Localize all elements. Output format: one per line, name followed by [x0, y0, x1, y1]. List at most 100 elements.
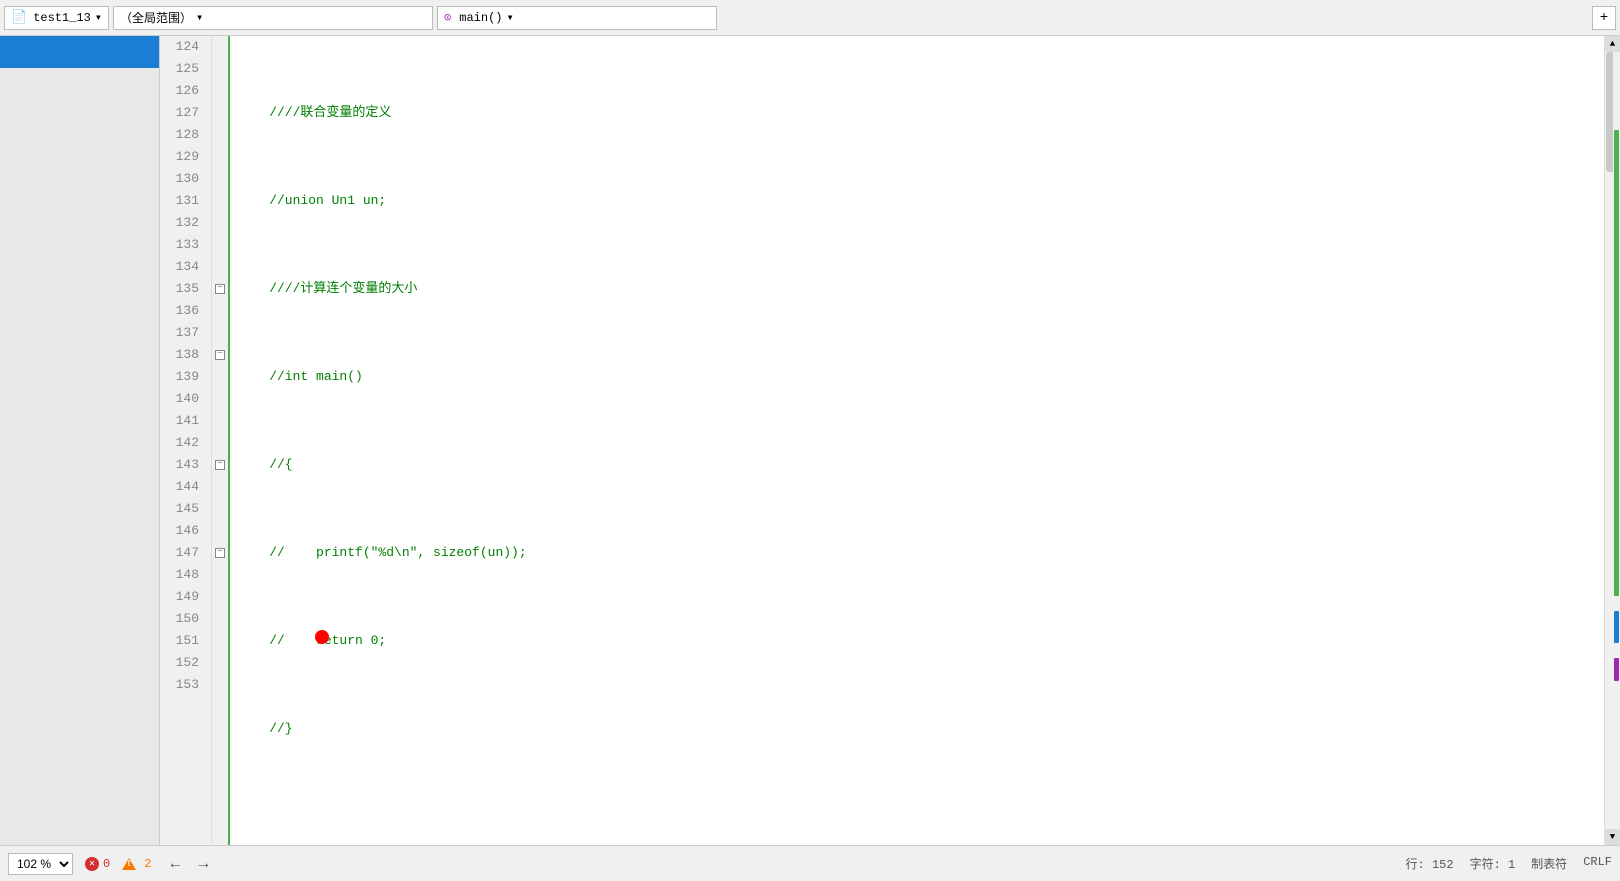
fold-148: [212, 564, 228, 586]
line-num-141: 141: [168, 410, 203, 432]
code-lines[interactable]: ////联合变量的定义 //union Un1 un; ////计算连个变量的大…: [230, 36, 1604, 845]
fold-minus-143[interactable]: −: [215, 460, 225, 470]
fold-147[interactable]: −: [212, 542, 228, 564]
fold-minus-135[interactable]: −: [215, 284, 225, 294]
fold-135[interactable]: −: [212, 278, 228, 300]
line-num-131: 131: [168, 190, 203, 212]
status-zoom[interactable]: 102 %: [8, 853, 73, 875]
fold-149: [212, 586, 228, 608]
fold-143[interactable]: −: [212, 454, 228, 476]
fold-144: [212, 476, 228, 498]
fold-145: [212, 498, 228, 520]
line-num-124: 124: [168, 36, 203, 58]
line-num-137: 137: [168, 322, 203, 344]
fold-140: [212, 388, 228, 410]
warning-count: 2: [144, 857, 151, 871]
status-nav: ← →: [163, 853, 215, 875]
nav-back-button[interactable]: ←: [163, 853, 187, 875]
code-line-131: //}: [238, 718, 1604, 740]
line-num-140: 140: [168, 388, 203, 410]
fold-125: [212, 58, 228, 80]
file-dropdown-arrow: ▾: [95, 10, 102, 25]
fold-146: [212, 520, 228, 542]
col-info: 字符: 1: [1470, 855, 1516, 872]
line-num-145: 145: [168, 498, 203, 520]
function-dropdown[interactable]: ⊙ main() ▾: [437, 6, 717, 30]
scroll-down-arrow[interactable]: ▼: [1605, 829, 1620, 845]
fold-141: [212, 410, 228, 432]
add-button[interactable]: +: [1592, 6, 1616, 30]
breakpoint-151[interactable]: [315, 630, 329, 644]
code-line-124: ////联合变量的定义: [238, 102, 1604, 124]
line-num-151: 151: [168, 630, 203, 652]
fold-130: [212, 168, 228, 190]
scope-dropdown[interactable]: （全局范围） ▾: [113, 6, 433, 30]
code-line-125: //union Un1 un;: [238, 190, 1604, 212]
fold-138[interactable]: −: [212, 344, 228, 366]
eol-info: CRLF: [1583, 855, 1612, 872]
fold-142: [212, 432, 228, 454]
zoom-select[interactable]: 102 %: [8, 853, 73, 875]
file-dropdown[interactable]: 📄 test1_13 ▾: [4, 6, 109, 30]
fold-127: [212, 102, 228, 124]
code-container: 124 125 126 127 128 129 130 131 132 133 …: [160, 36, 1620, 845]
code-scroll[interactable]: 124 125 126 127 128 129 130 131 132 133 …: [160, 36, 1604, 845]
fold-132: [212, 212, 228, 234]
line-num-139: 139: [168, 366, 203, 388]
fold-153: [212, 674, 228, 696]
line-num-152: 152: [168, 652, 203, 674]
fold-minus-138[interactable]: −: [215, 350, 225, 360]
fold-134: [212, 256, 228, 278]
nav-forward-button[interactable]: →: [191, 853, 215, 875]
fold-126: [212, 80, 228, 102]
line-num-144: 144: [168, 476, 203, 498]
minimap-blue: [1614, 611, 1619, 642]
line-num-149: 149: [168, 586, 203, 608]
line-num-129: 129: [168, 146, 203, 168]
line-num-130: 130: [168, 168, 203, 190]
line-num-135: 135: [168, 278, 203, 300]
fold-minus-147[interactable]: −: [215, 548, 225, 558]
line-num-127: 127: [168, 102, 203, 124]
editor-area: 124 125 126 127 128 129 130 131 132 133 …: [160, 36, 1620, 845]
line-num-150: 150: [168, 608, 203, 630]
scope-label: （全局范围）: [120, 9, 192, 26]
line-num-146: 146: [168, 520, 203, 542]
fold-133: [212, 234, 228, 256]
line-numbers: 124 125 126 127 128 129 130 131 132 133 …: [160, 36, 212, 845]
fold-128: [212, 124, 228, 146]
left-panel-highlight: [0, 36, 159, 68]
function-dropdown-arrow: ▾: [506, 10, 513, 25]
line-num-138: 138: [168, 344, 203, 366]
fold-136: [212, 300, 228, 322]
code-line-130: // return 0;: [238, 630, 1604, 652]
code-line-132: [238, 806, 1604, 828]
line-num-133: 133: [168, 234, 203, 256]
right-scrollbar[interactable]: ▲ ▼: [1604, 36, 1620, 845]
main-area: 124 125 126 127 128 129 130 131 132 133 …: [0, 36, 1620, 845]
line-info: 行: 152: [1406, 855, 1454, 872]
code-line-128: //{: [238, 454, 1604, 476]
status-warnings: 2: [122, 857, 151, 871]
line-num-142: 142: [168, 432, 203, 454]
file-icon: 📄: [11, 10, 27, 25]
fold-150: [212, 608, 228, 630]
line-num-126: 126: [168, 80, 203, 102]
encoding-info: 制表符: [1531, 855, 1567, 872]
line-num-153: 153: [168, 674, 203, 696]
fold-gutter: − − − −: [212, 36, 230, 845]
line-num-125: 125: [168, 58, 203, 80]
left-panel: [0, 36, 160, 845]
fold-131: [212, 190, 228, 212]
toolbar: 📄 test1_13 ▾ （全局范围） ▾ ⊙ main() ▾ +: [0, 0, 1620, 36]
line-num-134: 134: [168, 256, 203, 278]
status-bar: 102 % ✕ 0 2 ← → 行: 152 字符: 1 制表符 CRLF: [0, 845, 1620, 881]
scroll-up-arrow[interactable]: ▲: [1605, 36, 1620, 52]
scroll-track[interactable]: [1605, 52, 1620, 829]
file-name: test1_13: [33, 11, 91, 25]
line-num-128: 128: [168, 124, 203, 146]
fold-137: [212, 322, 228, 344]
function-label: main(): [459, 11, 502, 25]
code-line-129: // printf("%d\n", sizeof(un));: [238, 542, 1604, 564]
error-count: 0: [103, 857, 110, 871]
